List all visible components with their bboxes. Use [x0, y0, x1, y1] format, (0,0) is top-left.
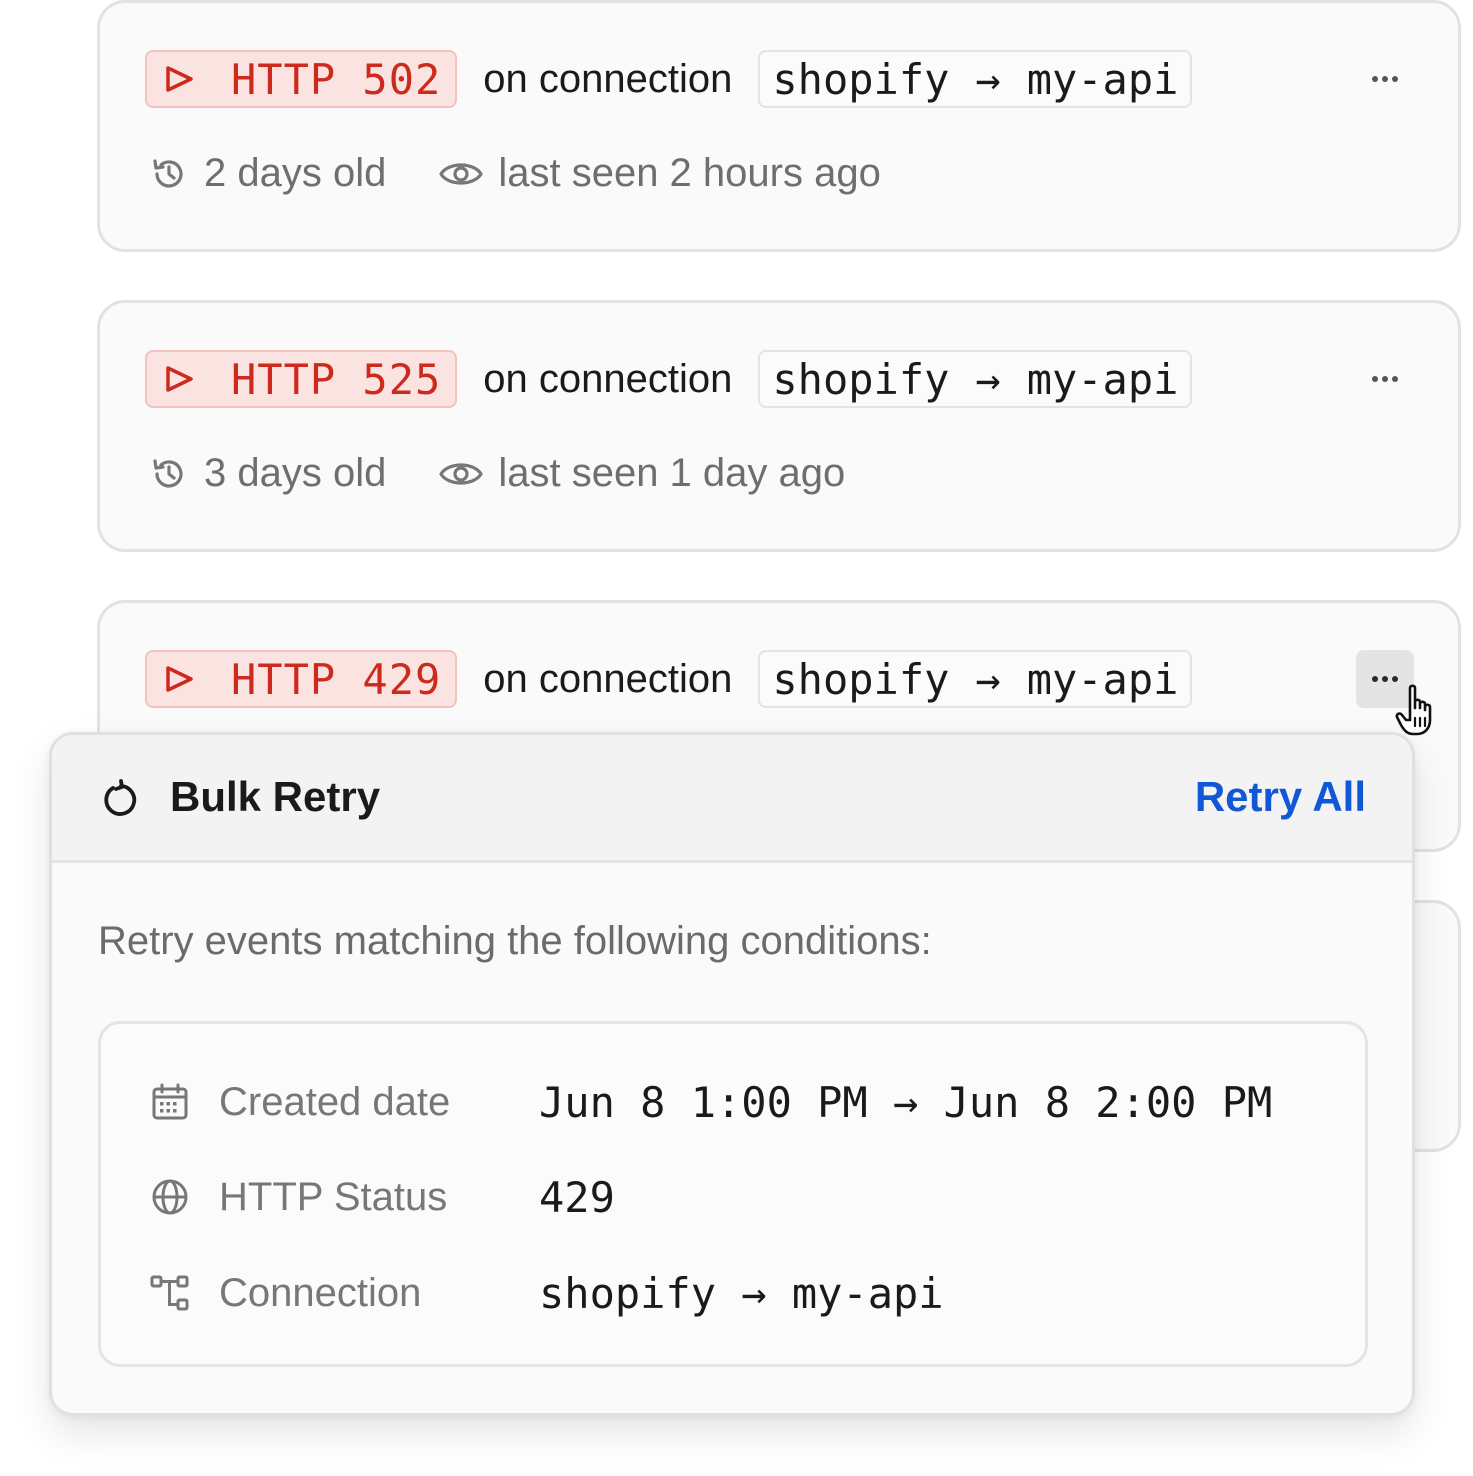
connection-chip[interactable]: shopify → my-api [758, 650, 1193, 708]
more-options-button[interactable] [1356, 350, 1414, 408]
dot [1392, 76, 1398, 82]
connection-source: shopify [772, 354, 950, 404]
event-meta: 3 days old last seen 1 day ago [150, 451, 845, 496]
retry-all-button[interactable]: Retry All [1195, 773, 1366, 821]
status-badge: HTTP 429 [145, 650, 458, 708]
status-badge: HTTP 502 [145, 50, 458, 108]
dot [1372, 676, 1378, 682]
history-icon [153, 458, 183, 487]
event-list: HTTP 502 on connection shopify → my-api 2 … [0, 0, 1473, 1476]
condition-label: HTTP Status [219, 1174, 448, 1219]
dot [1382, 376, 1388, 382]
status-code: HTTP 429 [231, 654, 442, 704]
connection-destination: my-api [1026, 54, 1179, 104]
connection-source: shopify [772, 54, 950, 104]
popover-description: Retry events matching the following cond… [98, 919, 932, 963]
condition-row: HTTP Status 429 [149, 1167, 615, 1227]
popover-header: Bulk Retry Retry All [52, 735, 1412, 863]
event-header: HTTP 502 on connection shopify → my-api [145, 48, 1193, 110]
condition-label: Connection [219, 1270, 422, 1315]
connection-chip[interactable]: shopify → my-api [758, 350, 1193, 408]
dot [1382, 76, 1388, 82]
connection-destination: my-api [1026, 354, 1179, 404]
status-code: HTTP 502 [231, 54, 442, 104]
condition-label: Created date [219, 1079, 451, 1124]
play-outline-icon [166, 66, 193, 92]
connection-destination: my-api [1026, 654, 1179, 704]
more-options-button[interactable] [1356, 50, 1414, 108]
dot [1392, 376, 1398, 382]
event-last-seen: last seen 1 day ago [498, 451, 846, 495]
globe-icon [152, 1179, 188, 1215]
on-connection-label: on connection [483, 56, 733, 101]
popover-title: Bulk Retry [170, 773, 381, 820]
play-outline-icon [166, 366, 193, 392]
on-connection-label: on connection [483, 656, 733, 701]
event-header: HTTP 525 on connection shopify → my-api [145, 348, 1193, 410]
history-icon [153, 158, 183, 187]
condition-row: Connection shopify → my-api [149, 1263, 944, 1323]
connection-source: shopify [772, 654, 950, 704]
eye-icon [439, 462, 483, 485]
dot [1372, 76, 1378, 82]
bulk-retry-popover: Bulk Retry Retry All Retry events matchi… [49, 732, 1415, 1416]
connection-arrow: → [975, 654, 1001, 704]
on-connection-label: on connection [483, 356, 733, 401]
condition-value: shopify → my-api [539, 1268, 944, 1318]
event-age: 3 days old [204, 451, 387, 495]
event-header: HTTP 429 on connection shopify → my-api [145, 648, 1193, 710]
condition-row: Created date Jun 8 1:00 PM → Jun 8 2:00 … [149, 1072, 1272, 1132]
hand-pointer-cursor-icon [1395, 684, 1432, 736]
condition-value: 429 [539, 1172, 615, 1222]
dot [1372, 376, 1378, 382]
connection-arrow: → [975, 54, 1001, 104]
status-badge: HTTP 525 [145, 350, 458, 408]
event-card[interactable]: HTTP 502 on connection shopify → my-api 2 … [97, 0, 1461, 252]
status-code: HTTP 525 [231, 354, 442, 404]
dot [1382, 676, 1388, 682]
retry-icon [104, 779, 137, 816]
connection-chip[interactable]: shopify → my-api [758, 50, 1193, 108]
condition-value: Jun 8 1:00 PM → Jun 8 2:00 PM [539, 1077, 1273, 1127]
play-outline-icon [166, 666, 193, 692]
conditions-box: Created date Jun 8 1:00 PM → Jun 8 2:00 … [98, 1021, 1368, 1367]
event-last-seen: last seen 2 hours ago [498, 151, 881, 195]
event-meta: 2 days old last seen 2 hours ago [150, 151, 881, 196]
connection-arrow: → [975, 354, 1001, 404]
event-age: 2 days old [204, 151, 387, 195]
calendar-icon [152, 1083, 188, 1120]
event-card[interactable]: HTTP 525 on connection shopify → my-api 3 … [97, 300, 1461, 552]
connection-icon [150, 1275, 189, 1311]
eye-icon [439, 162, 483, 185]
